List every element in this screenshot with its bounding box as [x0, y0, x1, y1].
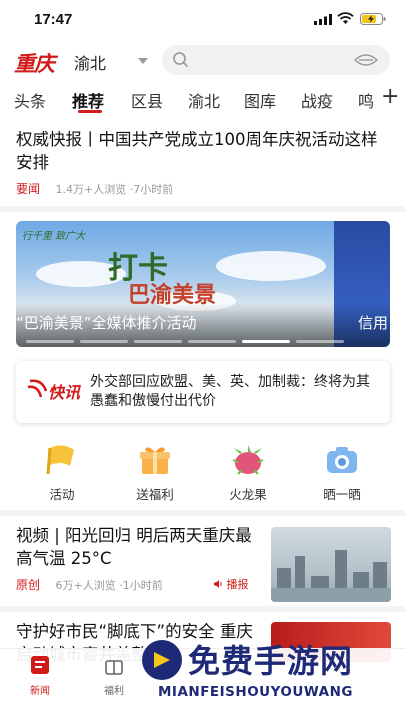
- nav-label: 新闻: [30, 686, 50, 697]
- broadcast-button[interactable]: 播报: [213, 576, 249, 592]
- nav-label: 福利: [104, 686, 124, 697]
- tab-more-channel[interactable]: 鸣: [358, 88, 374, 112]
- district-selector[interactable]: 渝北: [74, 50, 106, 74]
- status-time: 17:47: [34, 11, 73, 28]
- list-item[interactable]: 视频 | 阳光回归 明后两天重庆最高气温 25°C: [16, 524, 264, 570]
- news-tag: 原创: [16, 578, 41, 592]
- flash-badge: 快讯: [48, 383, 81, 402]
- section-divider: [0, 206, 405, 212]
- news-meta: 原创 6万+人浏览 ·1小时前: [16, 576, 163, 593]
- tab-recommend[interactable]: 推荐: [72, 88, 104, 112]
- section-divider: [0, 606, 405, 612]
- list-item[interactable]: 权威快报丨中国共产党成立100周年庆祝活动这样安排: [16, 128, 391, 174]
- nav-welfare[interactable]: 福利: [84, 655, 144, 697]
- quick-entry-label: 活动: [49, 487, 75, 502]
- signal-icon: [314, 14, 332, 25]
- wifi-icon: [337, 12, 354, 24]
- tab-gallery[interactable]: 图库: [244, 88, 276, 112]
- gift-icon: [140, 447, 170, 474]
- active-tab-indicator: [78, 110, 102, 113]
- banner-caption: “巴渝美景”全媒体推介活动: [16, 314, 197, 332]
- news-thumbnail: [271, 527, 391, 602]
- camera-icon: [327, 447, 357, 473]
- quick-entry-label: 火龙果: [229, 487, 267, 502]
- quick-entry-label: 送福利: [136, 487, 174, 502]
- nav-news[interactable]: 新闻: [10, 655, 70, 697]
- channel-tabs: 头条 推荐 区县 渝北 图库 战疫 鸣 +: [0, 82, 405, 116]
- chevron-down-icon[interactable]: [138, 58, 148, 64]
- quick-entry-label: 晒一晒: [323, 487, 361, 502]
- carousel-dot[interactable]: [296, 340, 344, 343]
- news-icon: [31, 656, 49, 674]
- watermark-text: 免费手游网: [188, 642, 354, 680]
- dragon-fruit-icon: [232, 445, 264, 475]
- banner-carousel[interactable]: 行千里 致广大 打卡 巴渝美景 “巴渝美景”全媒体推介活动 信用: [16, 221, 390, 347]
- status-bar: 17:47: [0, 0, 405, 40]
- gift-icon: [105, 660, 123, 675]
- carousel-dot[interactable]: [26, 340, 74, 343]
- news-title: 权威快报丨中国共产党成立100周年庆祝活动这样安排: [16, 130, 378, 172]
- tab-epidemic[interactable]: 战疫: [301, 88, 333, 112]
- carousel-dot[interactable]: [188, 340, 236, 343]
- broadcast-label: 播报: [226, 578, 249, 591]
- app-logo: 重庆: [14, 51, 55, 76]
- flash-news-card[interactable]: 快讯 外交部回应欧盟、美、英、加制裁：终将为其愚蠢和傲慢付出代价: [16, 361, 390, 423]
- news-meta: 要闻 1.4万+人浏览 ·7小时前: [16, 180, 173, 197]
- watermark-subtext: MIANFEISHOUYOUWANG: [158, 684, 353, 700]
- quick-entry-dragonfruit[interactable]: 火龙果: [213, 444, 283, 503]
- flag-icon: [46, 445, 74, 475]
- top-bar: 重庆 渝北: [0, 40, 405, 80]
- quick-entry-share[interactable]: 晒一晒: [307, 444, 377, 503]
- tab-districts[interactable]: 区县: [131, 88, 163, 112]
- watermark: 免费手游网 MIANFEISHOUYOUWANG: [140, 636, 405, 720]
- banner-slogan: 行千里 致广大: [22, 231, 86, 242]
- news-stats: 1.4万+人浏览 ·7小时前: [55, 183, 174, 196]
- search-icon: [173, 52, 189, 68]
- battery-icon: [360, 13, 386, 25]
- tab-headlines[interactable]: 头条: [14, 88, 46, 112]
- speaker-icon: [214, 580, 222, 588]
- news-tag: 要闻: [16, 182, 41, 196]
- flash-text: 外交部回应欧盟、美、英、加制裁：终将为其愚蠢和傲慢付出代价: [90, 374, 370, 409]
- carousel-dot[interactable]: [80, 340, 128, 343]
- quick-entry-row: 活动 送福利 火龙果 晒一晒: [0, 444, 405, 504]
- banner-caption-next: 信用: [357, 314, 388, 332]
- add-channel-icon[interactable]: +: [377, 84, 400, 109]
- scan-icon[interactable]: [354, 53, 378, 67]
- cloud-decoration: [216, 251, 326, 281]
- quick-entry-welfare[interactable]: 送福利: [120, 444, 190, 503]
- news-stats: 6万+人浏览 ·1小时前: [55, 579, 163, 592]
- tab-yubei[interactable]: 渝北: [188, 88, 220, 112]
- search-input[interactable]: [162, 45, 390, 75]
- quick-entry-activity[interactable]: 活动: [27, 444, 97, 503]
- flash-icon: [27, 379, 48, 398]
- carousel-dot[interactable]: [242, 340, 290, 343]
- carousel-dot[interactable]: [134, 340, 182, 343]
- section-divider: [0, 510, 405, 516]
- news-title: 视频 | 阳光回归 明后两天重庆最高气温 25°C: [16, 526, 252, 568]
- watermark-logo-icon: [142, 640, 182, 680]
- carousel-indicator: [26, 340, 344, 343]
